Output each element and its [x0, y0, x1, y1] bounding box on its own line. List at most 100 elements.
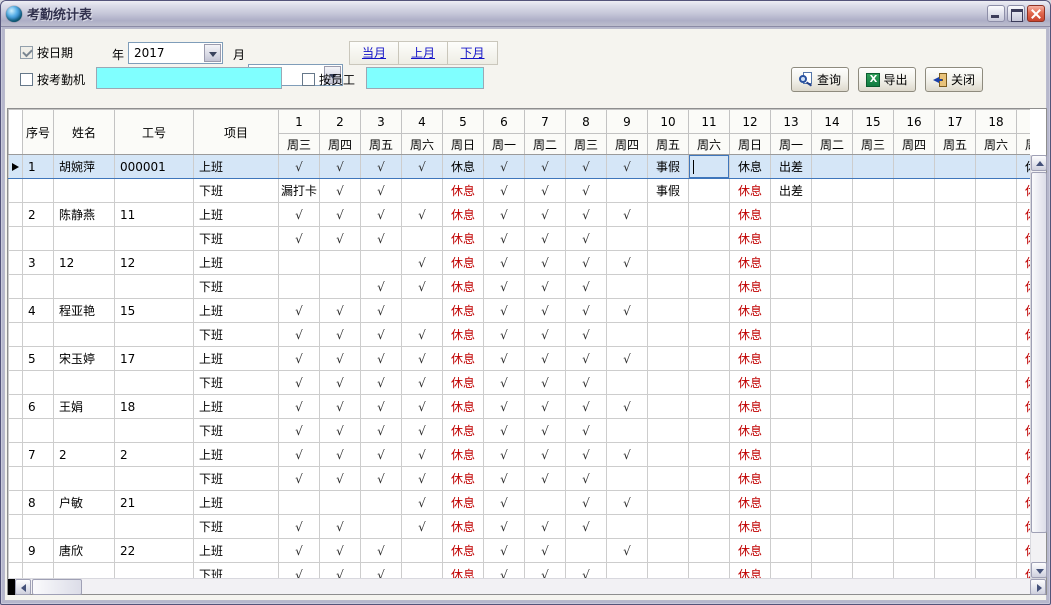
grid-cell[interactable]	[689, 347, 730, 371]
grid-cell[interactable]: √	[566, 563, 607, 579]
seq-cell[interactable]	[23, 275, 54, 299]
grid-cell[interactable]: √	[607, 539, 648, 563]
grid-cell[interactable]: √	[525, 299, 566, 323]
grid-cell[interactable]	[976, 347, 1017, 371]
grid-cell[interactable]	[402, 563, 443, 579]
grid-cell[interactable]	[853, 155, 894, 179]
grid-cell[interactable]	[976, 419, 1017, 443]
row-indicator-cell[interactable]	[9, 347, 23, 371]
grid-cell[interactable]: √	[320, 371, 361, 395]
grid-cell[interactable]	[402, 179, 443, 203]
grid-cell[interactable]: √	[361, 539, 402, 563]
grid-cell[interactable]: √	[525, 179, 566, 203]
employee-id-cell[interactable]: 21	[115, 491, 194, 515]
grid-cell[interactable]: 休息	[1017, 371, 1031, 395]
grid-cell[interactable]: √	[402, 155, 443, 179]
grid-cell[interactable]: √	[402, 371, 443, 395]
grid-cell[interactable]	[279, 491, 320, 515]
grid-cell[interactable]: √	[525, 203, 566, 227]
grid-cell[interactable]	[853, 419, 894, 443]
device-filter-input[interactable]	[96, 67, 282, 89]
query-button[interactable]: 查询	[791, 67, 849, 92]
by-device-checkbox[interactable]: 按考勤机	[20, 71, 85, 88]
name-cell[interactable]: 程亚艳	[54, 299, 115, 323]
grid-cell[interactable]: √	[484, 395, 525, 419]
grid-cell[interactable]: 事假	[648, 155, 689, 179]
scroll-up-button[interactable]	[1031, 155, 1047, 171]
grid-cell[interactable]	[976, 251, 1017, 275]
grid-cell[interactable]: √	[484, 347, 525, 371]
grid-cell[interactable]: 休息	[443, 371, 484, 395]
grid-cell[interactable]	[648, 395, 689, 419]
name-cell[interactable]: 唐欣	[54, 539, 115, 563]
grid-cell[interactable]	[853, 491, 894, 515]
grid-cell[interactable]: √	[279, 395, 320, 419]
grid-cell[interactable]	[812, 539, 853, 563]
grid-cell[interactable]: 休息	[1017, 491, 1031, 515]
shift-cell[interactable]: 上班	[194, 155, 279, 179]
scroll-down-button[interactable]	[1031, 562, 1047, 578]
seq-cell[interactable]: 6	[23, 395, 54, 419]
name-cell[interactable]: 12	[54, 251, 115, 275]
grid-cell[interactable]: √	[279, 347, 320, 371]
grid-cell[interactable]: √	[566, 347, 607, 371]
grid-cell[interactable]	[935, 155, 976, 179]
grid-cell[interactable]: √	[607, 155, 648, 179]
grid-cell[interactable]: 休息	[1017, 467, 1031, 491]
grid-cell[interactable]	[320, 275, 361, 299]
row-indicator-cell[interactable]	[9, 203, 23, 227]
grid-cell[interactable]	[648, 275, 689, 299]
grid-cell[interactable]	[935, 395, 976, 419]
grid-cell[interactable]	[812, 299, 853, 323]
grid-cell[interactable]: 休息	[730, 515, 771, 539]
grid-cell[interactable]: √	[484, 371, 525, 395]
employee-id-cell[interactable]	[115, 371, 194, 395]
shift-cell[interactable]: 上班	[194, 395, 279, 419]
shift-cell[interactable]: 上班	[194, 539, 279, 563]
grid-cell[interactable]	[812, 443, 853, 467]
row-indicator-cell[interactable]	[9, 563, 23, 579]
seq-cell[interactable]	[23, 419, 54, 443]
grid-cell[interactable]	[648, 563, 689, 579]
grid-cell[interactable]	[853, 371, 894, 395]
grid-cell[interactable]	[771, 347, 812, 371]
grid-cell[interactable]: 休息	[443, 443, 484, 467]
grid-cell[interactable]	[894, 251, 935, 275]
grid-cell[interactable]: √	[525, 467, 566, 491]
grid-cell[interactable]: √	[566, 491, 607, 515]
shift-cell[interactable]: 下班	[194, 419, 279, 443]
grid-cell[interactable]: √	[361, 371, 402, 395]
grid-cell[interactable]: √	[525, 155, 566, 179]
name-cell[interactable]: 2	[54, 443, 115, 467]
grid-cell[interactable]	[894, 155, 935, 179]
grid-cell[interactable]	[771, 419, 812, 443]
grid-cell[interactable]	[812, 419, 853, 443]
row-indicator-cell[interactable]	[9, 323, 23, 347]
grid-cell[interactable]: 漏打卡	[279, 179, 320, 203]
grid-cell[interactable]: 休息	[443, 275, 484, 299]
grid-cell[interactable]	[812, 491, 853, 515]
grid-cell[interactable]	[689, 491, 730, 515]
grid-cell[interactable]	[361, 515, 402, 539]
grid-cell[interactable]: √	[279, 467, 320, 491]
grid-cell[interactable]: √	[484, 539, 525, 563]
grid-cell[interactable]	[648, 419, 689, 443]
grid-cell[interactable]: 休息	[443, 299, 484, 323]
shift-cell[interactable]: 下班	[194, 467, 279, 491]
grid-cell[interactable]: 休息	[1017, 275, 1031, 299]
grid-cell[interactable]: 休息	[1017, 419, 1031, 443]
grid-cell[interactable]: 休息	[443, 563, 484, 579]
shift-cell[interactable]: 上班	[194, 443, 279, 467]
row-indicator-cell[interactable]	[9, 467, 23, 491]
grid-cell[interactable]	[525, 491, 566, 515]
row-indicator-cell[interactable]	[9, 395, 23, 419]
grid-cell[interactable]: 休息	[1017, 539, 1031, 563]
grid-cell[interactable]	[689, 323, 730, 347]
grid-cell[interactable]: √	[320, 299, 361, 323]
grid-cell[interactable]	[935, 203, 976, 227]
grid-cell[interactable]	[648, 491, 689, 515]
seq-cell[interactable]	[23, 563, 54, 579]
grid-cell[interactable]: √	[361, 155, 402, 179]
employee-id-cell[interactable]: 22	[115, 539, 194, 563]
grid-cell[interactable]: √	[484, 515, 525, 539]
